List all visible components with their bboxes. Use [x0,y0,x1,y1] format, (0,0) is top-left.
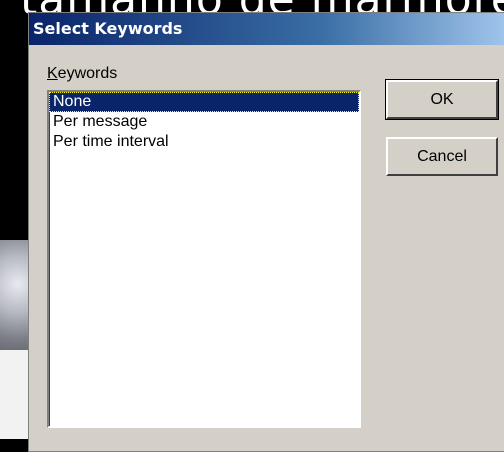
ok-button[interactable]: OK [385,79,499,120]
list-item-per-time-interval[interactable]: Per time interval [49,132,359,152]
list-item-per-message[interactable]: Per message [49,112,359,132]
keywords-label-mnemonic: K [47,65,58,82]
keywords-label: Keywords [47,65,117,83]
dialog-title-bar[interactable]: Select Keywords ✕ [29,13,504,45]
keywords-listbox[interactable]: None Per message Per time interval [47,90,361,428]
list-item-none[interactable]: None [49,92,359,112]
dialog-title: Select Keywords [33,19,183,38]
cancel-button[interactable]: Cancel [386,137,498,176]
keywords-label-text: eywords [57,65,118,82]
select-keywords-dialog: Select Keywords ✕ Keywords None Per mess… [28,12,504,452]
